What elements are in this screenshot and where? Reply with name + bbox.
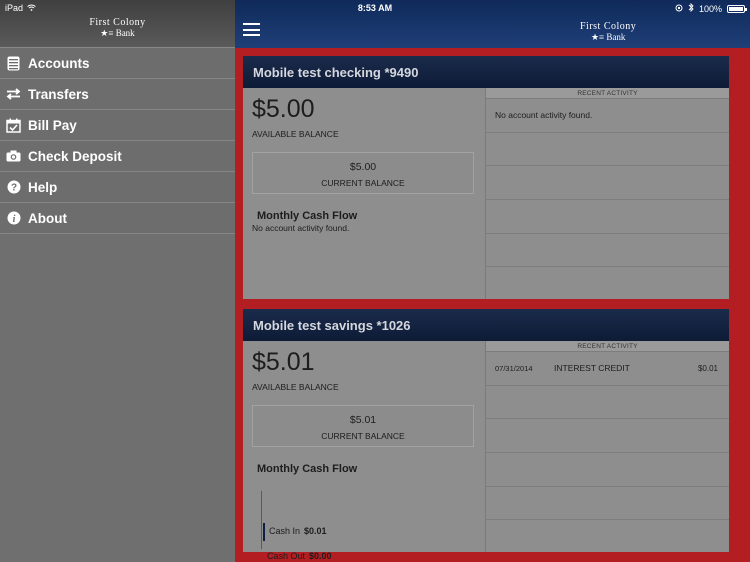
available-balance-value: $5.01 (252, 348, 315, 376)
list-item (486, 487, 729, 521)
svg-text:?: ? (10, 183, 16, 194)
recent-activity-pane: RECENT ACTIVITY 07/31/2014 INTEREST CRED… (486, 341, 729, 552)
recent-activity-header: RECENT ACTIVITY (486, 88, 729, 99)
balance-pane: $5.00 AVAILABLE BALANCE $5.00 CURRENT BA… (243, 88, 486, 299)
account-card-checking[interactable]: Mobile test checking *9490 $5.00 AVAILAB… (243, 56, 729, 299)
cash-flow-empty-message: No account activity found. (252, 223, 350, 233)
sidebar-item-accounts[interactable]: Accounts (0, 48, 235, 79)
transaction-date: 07/31/2014 (495, 363, 533, 373)
status-bar: iPad 8:53 AM 100% (0, 0, 750, 16)
monthly-cash-flow-title: Monthly Cash Flow (257, 463, 358, 475)
cash-in-value: $0.01 (304, 526, 327, 536)
sidebar-item-label: Help (28, 179, 58, 195)
account-title[interactable]: Mobile test savings *1026 (243, 309, 729, 341)
sidebar-item-label: Bill Pay (28, 117, 77, 133)
transaction-amount: $0.01 (697, 363, 718, 373)
logo-stars-icon: ★≡ (590, 32, 605, 42)
list-item (486, 267, 729, 301)
recent-activity-empty-message: No account activity found. (495, 110, 593, 121)
list-item (486, 234, 729, 268)
available-balance-label: AVAILABLE BALANCE (252, 129, 339, 139)
list-item (486, 386, 729, 420)
table-row[interactable]: 07/31/2014 INTEREST CREDIT $0.01 (486, 352, 729, 386)
rotation-lock-icon (675, 4, 683, 14)
battery-icon (727, 4, 747, 13)
cash-in-row: Cash In $0.01 (269, 526, 327, 536)
accounts-icon (6, 56, 21, 71)
list-item (486, 520, 729, 554)
list-item (486, 166, 729, 201)
list-item (486, 133, 729, 167)
bank-logo: First Colony ★≡ Bank (89, 17, 146, 39)
list-item (486, 453, 729, 487)
current-balance-box: $5.00 CURRENT BALANCE (252, 152, 474, 194)
help-icon: ? (6, 180, 21, 195)
list-item: No account activity found. (486, 99, 729, 133)
header-logo: First Colony ★≡ Bank (580, 21, 637, 43)
available-balance-label: AVAILABLE BALANCE (252, 382, 339, 392)
sidebar-item-label: Transfers (28, 86, 89, 102)
current-balance-box: $5.01 CURRENT BALANCE (252, 405, 474, 447)
list-item (486, 200, 729, 234)
svg-text:i: i (12, 214, 15, 225)
current-balance-label: CURRENT BALANCE (321, 178, 405, 188)
sidebar-item-check-deposit[interactable]: Check Deposit (0, 141, 235, 172)
battery-percent: 100% (698, 3, 722, 14)
logo-stars-icon: ★≡ (100, 28, 114, 38)
sidebar-item-label: Accounts (28, 55, 90, 71)
status-time: 8:53 AM (357, 3, 393, 13)
recent-activity-header: RECENT ACTIVITY (486, 341, 729, 352)
menu-toggle-button[interactable] (243, 23, 260, 36)
calendar-check-icon (6, 118, 21, 133)
list-item (486, 419, 729, 454)
cash-out-label: Cash Out (267, 551, 306, 561)
cash-in-label: Cash In (269, 526, 301, 536)
sidebar-item-label: Check Deposit (28, 148, 122, 164)
current-balance-value: $5.01 (349, 414, 377, 426)
sidebar: First Colony ★≡ Bank Accounts Transfers … (0, 0, 235, 562)
sidebar-item-help[interactable]: ? Help (0, 172, 235, 203)
bluetooth-icon (688, 2, 694, 14)
sidebar-item-about[interactable]: i About (0, 203, 235, 234)
cash-in-bar (263, 523, 265, 541)
recent-activity-pane: RECENT ACTIVITY No account activity foun… (486, 88, 729, 299)
camera-icon (6, 149, 21, 164)
sidebar-item-transfers[interactable]: Transfers (0, 79, 235, 110)
account-title[interactable]: Mobile test checking *9490 (243, 56, 729, 88)
sidebar-item-bill-pay[interactable]: Bill Pay (0, 110, 235, 141)
monthly-cash-flow-title: Monthly Cash Flow (257, 210, 358, 222)
info-icon: i (6, 211, 21, 226)
cash-out-value: $0.00 (309, 551, 332, 561)
transaction-description: INTEREST CREDIT (554, 363, 630, 374)
account-card-savings[interactable]: Mobile test savings *1026 $5.01 AVAILABL… (243, 309, 729, 561)
current-balance-label: CURRENT BALANCE (321, 431, 405, 441)
cash-flow-axis (261, 491, 262, 549)
available-balance-value: $5.00 (252, 95, 315, 123)
cash-out-row: Cash Out $0.00 (267, 551, 332, 561)
current-balance-value: $5.00 (349, 161, 377, 173)
transfers-icon (6, 87, 21, 102)
balance-pane: $5.01 AVAILABLE BALANCE $5.01 CURRENT BA… (243, 341, 486, 561)
sidebar-item-label: About (28, 210, 67, 226)
main-content: First Colony ★≡ Bank Mobile test checkin… (235, 0, 750, 562)
